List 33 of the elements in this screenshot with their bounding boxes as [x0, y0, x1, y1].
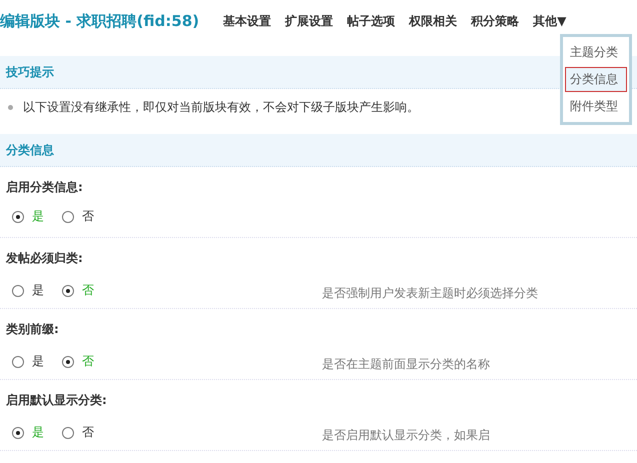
nav-tab[interactable]: 基本设置 [223, 10, 272, 32]
setting-label: 发帖必须归类: [6, 250, 84, 267]
radio-option[interactable]: 否 [62, 424, 94, 441]
radio-button[interactable] [62, 426, 74, 438]
nav-tab[interactable]: 其他▼ [533, 10, 566, 32]
nav-tab[interactable]: 积分策略 [471, 10, 520, 32]
radio-button[interactable] [12, 356, 24, 368]
setting-label: 类别前缀: [6, 321, 60, 338]
radio-option[interactable]: 是 [12, 353, 44, 370]
setting-label: 启用默认显示分类: [6, 392, 108, 409]
menu-item[interactable]: 分类信息 [565, 67, 627, 92]
radio-button[interactable] [62, 356, 74, 368]
setting-hint: 是否强制用户发表新主题时必须选择分类 [322, 285, 538, 302]
menu-item[interactable]: 主题分类 [565, 40, 627, 65]
nav-tab[interactable]: 权限相关 [409, 10, 458, 32]
page-title: 编辑版块 - 求职招聘(fid:58) [0, 12, 200, 30]
nav-tab[interactable]: 扩展设置 [285, 10, 334, 32]
section-title: 技巧提示 [6, 64, 54, 80]
radio-button[interactable] [12, 210, 24, 222]
menu-item[interactable]: 附件类型 [565, 94, 627, 119]
setting-hint: 是否在主题前面显示分类的名称 [322, 356, 490, 373]
radio-button[interactable] [62, 284, 74, 296]
setting-label: 启用分类信息: [6, 179, 84, 196]
radio-option[interactable]: 是 [12, 282, 44, 299]
setting-hint: 是否启用默认显示分类，如果启 [322, 427, 490, 444]
radio-option[interactable]: 否 [62, 208, 94, 225]
radio-button[interactable] [12, 426, 24, 438]
section-title: 分类信息 [6, 142, 54, 158]
nav-tab[interactable]: 帖子选项 [347, 10, 396, 32]
radio-button[interactable] [62, 210, 74, 222]
radio-button[interactable] [12, 284, 24, 296]
tip-text: 以下设置没有继承性，即仅对当前版块有效，不会对下级子版块产生影响。 [23, 99, 419, 116]
bullet-icon [8, 105, 13, 110]
